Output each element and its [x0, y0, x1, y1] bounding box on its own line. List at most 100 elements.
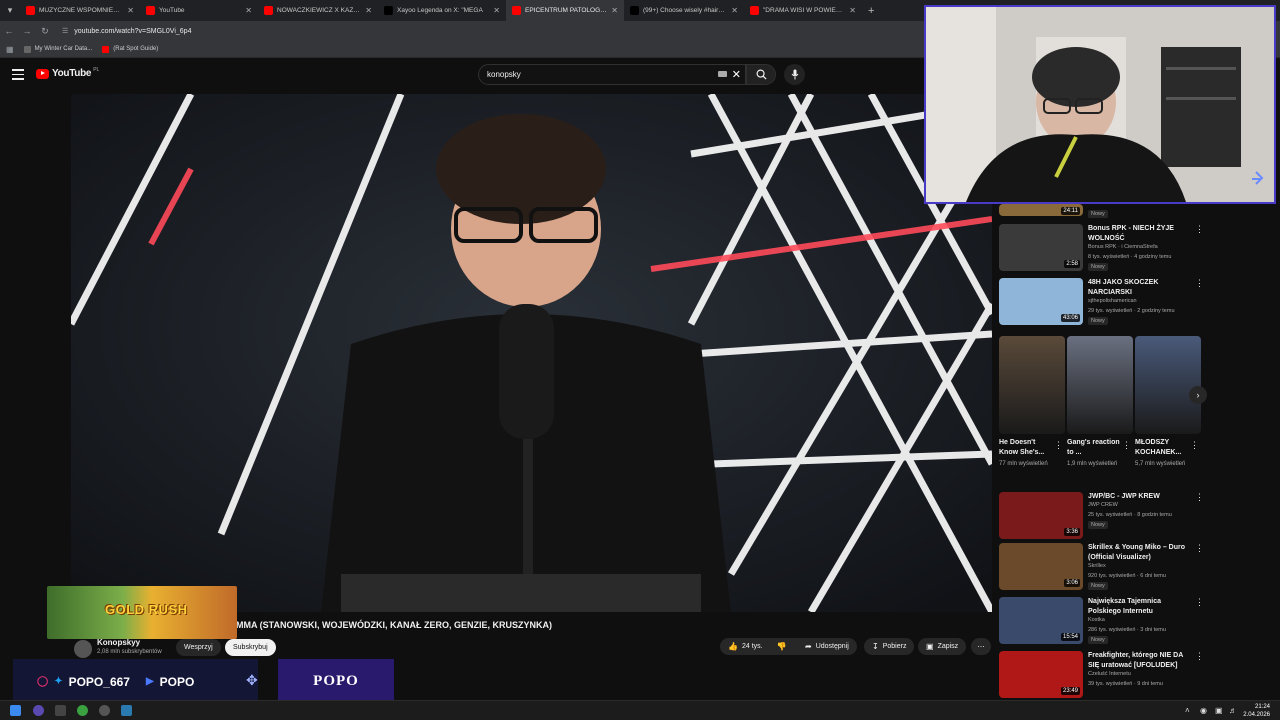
- share-button[interactable]: ➦ Udostępnij: [797, 638, 857, 655]
- like-icon[interactable]: 👍: [728, 642, 738, 651]
- browser-tab[interactable]: "DRAMA WISI W POWIETRZU" ✕: [744, 0, 862, 21]
- recommendation-item[interactable]: 2:58 Bonus RPK - NIECH ŻYJE WOLNOŚĆ Bonu…: [999, 224, 1209, 274]
- short-title[interactable]: He Doesn't Know She's...: [999, 438, 1053, 458]
- download-button[interactable]: ↧ Pobierz: [864, 638, 915, 655]
- short-thumbnail[interactable]: [999, 336, 1065, 434]
- dislike-icon[interactable]: 👎: [777, 642, 787, 651]
- site-info-icon[interactable]: ☰: [62, 27, 68, 35]
- video-thumbnail[interactable]: 15:54: [999, 597, 1083, 644]
- tab-close-icon[interactable]: ✕: [611, 6, 618, 15]
- short-title[interactable]: Gang's reaction to ...: [1067, 438, 1121, 458]
- recommendation-title[interactable]: 48H JAKO SKOCZEK NARCIARSKI: [1088, 278, 1193, 298]
- system-clock[interactable]: 21:24 2.04.2026: [1243, 703, 1270, 719]
- bookmark-item[interactable]: My Winter Car Data...: [23, 45, 92, 53]
- more-options-icon[interactable]: ⋮: [1195, 597, 1204, 608]
- keyboard-icon[interactable]: [718, 71, 727, 77]
- app-icon[interactable]: [55, 705, 66, 716]
- reload-icon[interactable]: ↻: [36, 26, 54, 37]
- menu-icon[interactable]: [12, 69, 24, 83]
- bookmark-item[interactable]: (Rat Spot Guide): [102, 45, 158, 53]
- more-options-icon[interactable]: ⋮: [1195, 492, 1204, 503]
- tab-close-icon[interactable]: ✕: [245, 6, 252, 15]
- recommendation-title[interactable]: JWP/BC - JWP KREW: [1088, 492, 1193, 502]
- more-options-icon[interactable]: ⋮: [1195, 224, 1204, 235]
- new-tab-button[interactable]: +: [862, 5, 880, 17]
- subscribe-button[interactable]: Subskrybuj: [225, 639, 276, 656]
- recommendation-item[interactable]: 43:06 48H JAKO SKOCZEK NARCIARSKI sjthep…: [999, 278, 1209, 328]
- region-code: PL: [93, 66, 100, 73]
- search-input[interactable]: konopsky ✕: [478, 64, 746, 85]
- apps-icon[interactable]: ▦: [6, 45, 14, 54]
- recommendation-title[interactable]: Skrillex & Young Miko – Duro (Official V…: [1088, 543, 1193, 563]
- short-item[interactable]: He Doesn't Know She's... 77 mln wyświetl…: [999, 336, 1065, 469]
- recommendation-channel[interactable]: Skrillex: [1088, 563, 1106, 569]
- more-options-icon[interactable]: ⋮: [1195, 543, 1204, 554]
- browser-tab[interactable]: Xayoo Legenda on X: "MEGA ✕: [378, 0, 506, 21]
- tab-search-icon[interactable]: ▾: [0, 0, 20, 21]
- recommendation-item[interactable]: 3:06 Skrillex & Young Miko – Duro (Offic…: [999, 543, 1209, 593]
- video-player[interactable]: [71, 94, 992, 612]
- more-options-icon[interactable]: ⋮: [1195, 651, 1204, 662]
- short-thumbnail[interactable]: [1135, 336, 1201, 434]
- search-button[interactable]: [746, 64, 776, 85]
- recommendation-channel[interactable]: JWP CREW: [1088, 502, 1118, 508]
- video-thumbnail[interactable]: 43:06: [999, 278, 1083, 325]
- recommendation-item[interactable]: 23:49 Freakfighter, którego NIE DA SIĘ u…: [999, 651, 1209, 701]
- url-field[interactable]: ☰ youtube.com/watch?v=SMGL0Vi_6p4: [62, 27, 191, 36]
- recommendation-item[interactable]: 3:36 JWP/BC - JWP KREW JWP CREW 25 tys. …: [999, 492, 1209, 542]
- more-options-icon[interactable]: ⋮: [1190, 440, 1199, 451]
- video-thumbnail[interactable]: 3:06: [999, 543, 1083, 590]
- save-button[interactable]: ▣ Zapisz: [918, 638, 967, 655]
- discord-icon[interactable]: [33, 705, 44, 716]
- recommendation-title[interactable]: Bonus RPK - NIECH ŻYJE WOLNOŚĆ: [1088, 224, 1193, 244]
- browser-tab[interactable]: EPICENTRUM PATOLOGII W ✕: [506, 0, 624, 21]
- recommendation-title[interactable]: Największa Tajemnica Polskiego Internetu: [1088, 597, 1193, 617]
- voice-search-button[interactable]: [784, 64, 805, 85]
- recommendation-channel[interactable]: sjthepolishamerican: [1088, 298, 1137, 304]
- short-thumbnail[interactable]: [1067, 336, 1133, 434]
- short-item[interactable]: MŁODSZY KOCHANEK... 5,7 mln wyświetleń ⋮: [1135, 336, 1201, 469]
- back-icon[interactable]: ←: [0, 26, 18, 36]
- more-actions-button[interactable]: ⋯: [971, 638, 991, 655]
- start-icon[interactable]: [10, 705, 21, 716]
- more-options-icon[interactable]: ⋮: [1054, 440, 1063, 451]
- shorts-next-button[interactable]: ›: [1189, 386, 1207, 404]
- channel-name[interactable]: Konopskyy: [97, 638, 140, 647]
- browser-tab[interactable]: MUZYCZNE WSPOMNIENIA KL ✕: [20, 0, 140, 21]
- browser-tab[interactable]: NOWACZKIEWICZ X KAZIOR ✕: [258, 0, 378, 21]
- chrome-icon[interactable]: [77, 705, 88, 716]
- more-options-icon[interactable]: ⋮: [1122, 440, 1131, 451]
- short-title[interactable]: MŁODSZY KOCHANEK...: [1135, 438, 1189, 458]
- short-item[interactable]: Gang's reaction to ... 1,9 mln wyświetle…: [1067, 336, 1133, 469]
- browser-tab[interactable]: (99+) Choose wisely #haircut # ✕: [624, 0, 744, 21]
- recommendation-channel[interactable]: Bonus RPK · i CiemnaStrefa: [1088, 244, 1158, 250]
- clear-search-icon[interactable]: ✕: [732, 68, 741, 81]
- video-thumbnail[interactable]: 24:11: [999, 204, 1083, 216]
- tray-chevron-icon[interactable]: ˄: [1185, 706, 1190, 715]
- channel-avatar[interactable]: [74, 640, 92, 658]
- video-thumbnail[interactable]: 2:58: [999, 224, 1083, 271]
- steam-icon[interactable]: [121, 705, 132, 716]
- video-thumbnail[interactable]: 3:36: [999, 492, 1083, 539]
- like-count[interactable]: 24 tys.: [742, 643, 763, 650]
- more-options-icon[interactable]: ⋮: [1195, 278, 1204, 289]
- volume-icon[interactable]: ♬: [1229, 706, 1237, 715]
- browser-tab[interactable]: YouTube ✕: [140, 0, 258, 21]
- recommendation-channel[interactable]: Czeluść Internetu: [1088, 671, 1131, 677]
- recommendation-partial[interactable]: 24:11 Nowy: [999, 204, 1209, 220]
- video-thumbnail[interactable]: 23:49: [999, 651, 1083, 698]
- support-button[interactable]: Wesprzyj: [176, 639, 221, 656]
- forward-icon[interactable]: →: [18, 26, 36, 36]
- tab-close-icon[interactable]: ✕: [127, 6, 134, 15]
- youtube-logo[interactable]: YouTube PL: [36, 66, 100, 79]
- recommendation-channel[interactable]: Kostka: [1088, 617, 1105, 623]
- network-icon[interactable]: ▣: [1215, 706, 1223, 715]
- recommendation-title[interactable]: Freakfighter, którego NIE DA SIĘ uratowa…: [1088, 651, 1193, 671]
- tab-close-icon[interactable]: ✕: [493, 6, 500, 15]
- tab-close-icon[interactable]: ✕: [731, 6, 738, 15]
- obs-icon[interactable]: [99, 705, 110, 716]
- mic-tray-icon[interactable]: ◉: [1200, 706, 1207, 715]
- tab-close-icon[interactable]: ✕: [365, 6, 372, 15]
- recommendation-item[interactable]: 15:54 Największa Tajemnica Polskiego Int…: [999, 597, 1209, 647]
- tab-close-icon[interactable]: ✕: [849, 6, 856, 15]
